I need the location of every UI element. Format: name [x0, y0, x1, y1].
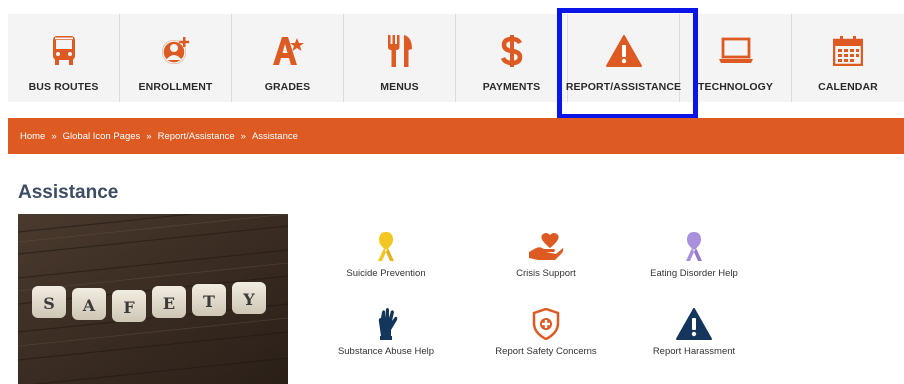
nav-item-technology[interactable]: TECHNOLOGY: [680, 14, 792, 102]
die-letter: A: [82, 296, 96, 315]
eating-disorder-help-link[interactable]: Eating Disorder Help: [614, 226, 774, 279]
report-safety-concerns-link[interactable]: Report Safety Concerns: [466, 304, 626, 357]
yellow-ribbon-icon: [306, 226, 466, 262]
safety-shield-icon: [466, 304, 626, 340]
report-harassment-link[interactable]: Report Harassment: [614, 304, 774, 357]
assist-label: Report Harassment: [652, 346, 736, 357]
assist-label: Report Safety Concerns: [495, 346, 597, 357]
icon-nav: BUS ROUTES ENROLLMENT GRADES MENUS PAYME…: [8, 14, 904, 102]
nav-item-enrollment[interactable]: ENROLLMENT: [120, 14, 232, 102]
breadcrumb-home[interactable]: Home: [20, 131, 45, 142]
die-letter: F: [123, 298, 135, 317]
dollar-icon: [492, 33, 532, 69]
nav-label: GRADES: [264, 81, 311, 93]
grade-icon: [268, 33, 308, 69]
nav-item-calendar[interactable]: CALENDAR: [792, 14, 904, 102]
nav-item-payments[interactable]: PAYMENTS: [456, 14, 568, 102]
warning-triangle-icon: [614, 304, 774, 340]
laptop-icon: [716, 33, 756, 69]
utensils-icon: [380, 33, 420, 69]
nav-label: TECHNOLOGY: [697, 81, 774, 93]
breadcrumb-current: Assistance: [251, 130, 298, 142]
assist-label: Substance Abuse Help: [337, 346, 435, 357]
nav-label: REPORT/ASSISTANCE: [565, 81, 682, 93]
nav-item-grades[interactable]: GRADES: [232, 14, 344, 102]
breadcrumb-separator: »: [51, 130, 57, 142]
nav-label: MENUS: [380, 81, 419, 93]
substance-abuse-help-link[interactable]: Substance Abuse Help: [306, 304, 466, 357]
assist-label: Eating Disorder Help: [650, 268, 738, 279]
assist-label: Crisis Support: [516, 268, 576, 279]
nav-item-menus[interactable]: MENUS: [344, 14, 456, 102]
page-title: Assistance: [18, 182, 119, 203]
nav-item-bus-routes[interactable]: BUS ROUTES: [8, 14, 120, 102]
safety-photo: S A F E T Y: [18, 214, 288, 384]
die-letter: T: [203, 292, 215, 311]
nav-label: BUS ROUTES: [28, 81, 99, 93]
bus-icon: [44, 33, 84, 69]
breadcrumb-separator: »: [240, 130, 246, 142]
breadcrumb: Home » Global Icon Pages » Report/Assist…: [8, 118, 904, 154]
calendar-icon: [828, 33, 868, 69]
die-letter: Y: [242, 290, 255, 309]
heart-hand-icon: [466, 226, 626, 262]
die-letter: E: [163, 294, 175, 313]
purple-ribbon-icon: [614, 226, 774, 262]
breadcrumb-separator: »: [146, 130, 152, 142]
die-letter: S: [43, 294, 55, 313]
add-user-icon: [156, 33, 196, 69]
warning-icon: [604, 33, 644, 69]
nav-item-report-assistance[interactable]: REPORT/ASSISTANCE: [565, 14, 682, 102]
nav-label: CALENDAR: [818, 81, 878, 93]
breadcrumb-report-assistance[interactable]: Report/Assistance: [158, 131, 235, 142]
suicide-prevention-link[interactable]: Suicide Prevention: [306, 226, 466, 279]
nav-label: ENROLLMENT: [138, 81, 213, 93]
raised-hand-icon: [306, 304, 466, 340]
nav-label: PAYMENTS: [482, 81, 541, 93]
breadcrumb-global-icon-pages[interactable]: Global Icon Pages: [63, 131, 141, 142]
crisis-support-link[interactable]: Crisis Support: [466, 226, 626, 279]
assist-label: Suicide Prevention: [346, 268, 426, 279]
